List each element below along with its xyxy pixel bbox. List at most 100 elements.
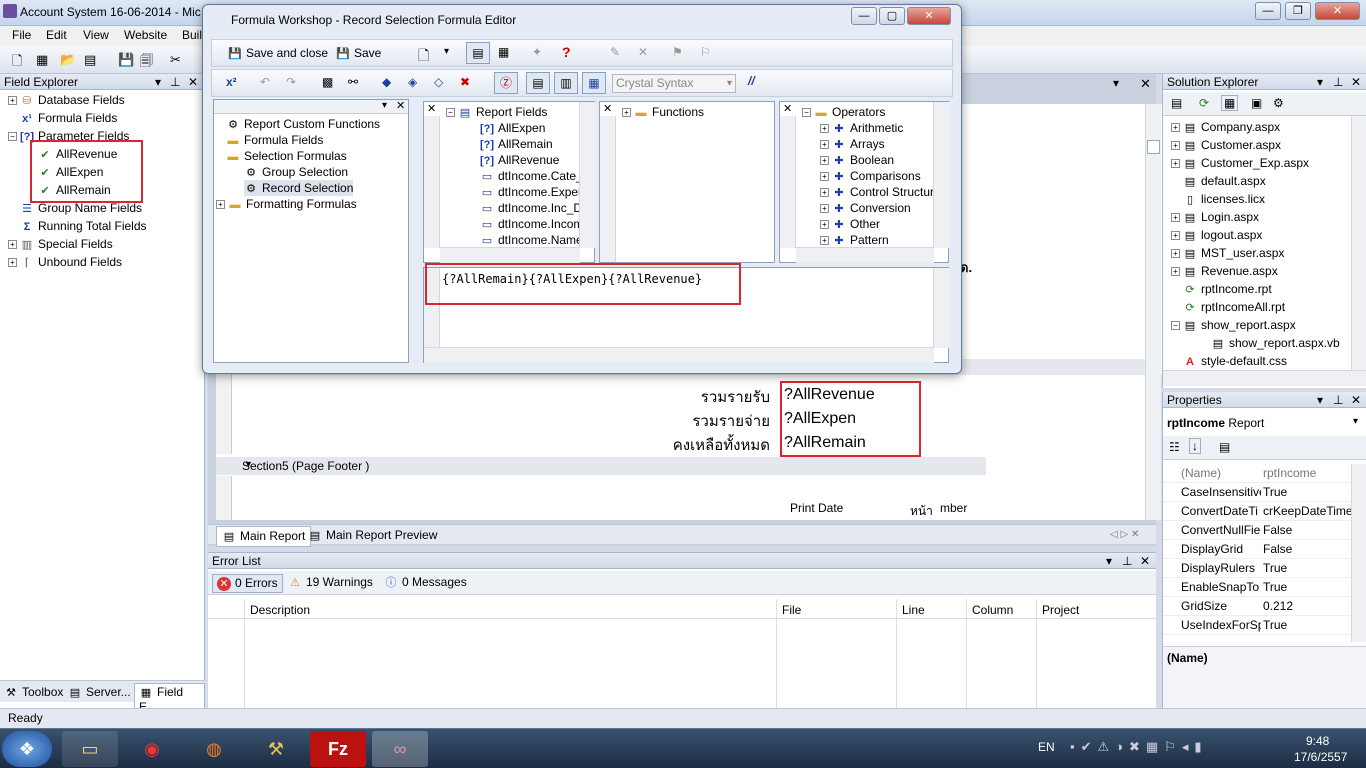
solution-hscroll[interactable] (1163, 370, 1366, 386)
tree-report-custom-functions[interactable]: ⚙ Report Custom Functions (226, 116, 380, 132)
field-item[interactable]: ▭ dtIncome.Exper (480, 184, 580, 200)
menu-website[interactable]: Website (124, 28, 167, 42)
start-button[interactable]: ❖ (2, 731, 52, 767)
close-icon[interactable]: ✕ (188, 74, 198, 90)
tree-running-total-fields[interactable]: Σ Running Total Fields (20, 217, 147, 235)
close-icon[interactable]: ✕ (1351, 74, 1361, 90)
menu-file[interactable]: File (12, 28, 31, 42)
properties-object-selector[interactable]: rptIncome Report (1167, 416, 1264, 430)
tray-date[interactable]: 17/6/2557 (1294, 750, 1347, 764)
prev-bookmark-icon[interactable]: ◇ (434, 75, 443, 89)
col-project[interactable]: Project (1042, 603, 1079, 617)
dialog-close-button[interactable]: ✕ (907, 7, 951, 25)
tab-toolbox[interactable]: ⚒ Toolbox (4, 685, 63, 700)
nest-icon[interactable]: ⚙ (1273, 96, 1284, 110)
document-close-icon[interactable]: ✕ (1140, 76, 1151, 92)
tab-server-explorer[interactable]: ▤ Server... (68, 685, 131, 700)
tab-main-report-preview[interactable]: ▤ Main Report Preview (308, 528, 438, 543)
tab-nav-arrows[interactable]: ◁ ▷ ✕ (1110, 529, 1139, 540)
pin-icon[interactable]: ⊥ (1122, 553, 1132, 569)
taskbar-firefox-icon[interactable]: ◍ (186, 731, 242, 767)
field-item[interactable]: ▭ dtIncome.Incom (480, 216, 580, 232)
show-all-files-icon[interactable]: ▦ (1221, 95, 1239, 111)
properties-vscroll[interactable] (1351, 464, 1366, 642)
sol-item[interactable]: + ▤ Customer.aspx (1171, 136, 1281, 154)
sol-item[interactable]: ▤ show_report.aspx.vb (1211, 334, 1340, 352)
alphabetical-icon[interactable]: ↓ (1189, 438, 1201, 454)
open-folder-icon[interactable]: 📂 (60, 52, 76, 68)
tree-selection-formulas[interactable]: ▬ Selection Formulas (226, 148, 347, 164)
sol-item[interactable]: + ▤ Login.aspx (1171, 208, 1259, 226)
operator-item[interactable]: + ✚ Arithmetic (820, 120, 903, 136)
rename-icon[interactable]: ✎ (610, 45, 620, 59)
solution-vscroll[interactable] (1351, 116, 1366, 370)
messages-filter-button[interactable]: ⓘ 0 Messages (384, 575, 467, 590)
warnings-filter-button[interactable]: ⚠ 19 Warnings (288, 575, 373, 590)
restore-button[interactable]: ❐ (1285, 2, 1311, 20)
tree-unbound-fields[interactable]: + ⌈ Unbound Fields (8, 253, 122, 271)
pane-close-icon[interactable]: ✕ (427, 102, 436, 115)
tree-special-fields[interactable]: + ▥ Special Fields (8, 235, 113, 253)
section-collapse-icon[interactable]: ▼ (244, 459, 253, 469)
new-icon[interactable]: 🗋 (418, 45, 429, 69)
toggle-tree-icon[interactable]: ▤ (466, 42, 490, 64)
col-column[interactable]: Column (972, 603, 1013, 617)
bookmark-toggle-icon[interactable]: ◆ (382, 75, 391, 89)
minimize-button[interactable]: — (1255, 2, 1281, 20)
dropdown-icon[interactable]: ▾ (155, 74, 161, 90)
dialog-minimize-button[interactable]: — (851, 7, 877, 25)
dropdown-icon[interactable]: ▾ (1317, 74, 1323, 90)
sort-icon[interactable]: Ⓩ (494, 72, 518, 94)
operator-item[interactable]: + ✚ Comparisons (820, 168, 921, 184)
report-fields-root[interactable]: − ▤ Report Fields (446, 104, 547, 120)
sol-item[interactable]: + ▤ Revenue.aspx (1171, 262, 1278, 280)
save-icon[interactable]: 💾 (118, 52, 134, 68)
menu-build[interactable]: Buil (182, 28, 202, 42)
errors-filter-button[interactable]: ✕ 0 Errors (212, 574, 283, 593)
show-operators-tree-icon[interactable]: ▦ (582, 72, 606, 94)
functions-left-scroll[interactable] (600, 116, 616, 262)
sol-item[interactable]: ⟳ rptIncome.rpt (1183, 280, 1271, 298)
dropdown-icon[interactable]: ▾ (1106, 553, 1112, 569)
operators-vscroll[interactable] (933, 102, 949, 248)
menu-view[interactable]: View (83, 28, 109, 42)
save-button[interactable]: 💾 Save (336, 46, 381, 61)
close-button[interactable]: ✕ (1315, 2, 1360, 20)
taskbar-filezilla-icon[interactable]: Fz (310, 731, 366, 767)
sol-item[interactable]: ▤ default.aspx (1183, 172, 1266, 190)
properties-icon[interactable]: ▦ (498, 45, 509, 59)
tree-database-fields[interactable]: + ⛁ Database Fields (8, 91, 125, 109)
field-item[interactable]: [?] AllRemain (480, 136, 553, 152)
undo-icon[interactable]: ↶ (260, 75, 270, 89)
syntax-select[interactable]: Crystal Syntax ▾ (612, 74, 736, 93)
operator-item[interactable]: + ✚ Other (820, 216, 880, 232)
sol-item[interactable]: Astyle-default.css (1183, 352, 1287, 370)
print-date-field[interactable]: Print Date (790, 501, 843, 515)
help-icon[interactable]: ? (562, 44, 571, 60)
new-project-icon[interactable]: 🗋 (12, 52, 22, 74)
dialog-maximize-button[interactable]: ▢ (879, 7, 905, 25)
refresh-icon[interactable]: ⟳ (1199, 96, 1209, 110)
properties-icon[interactable]: ▤ (1171, 96, 1182, 110)
taskbar-visual-studio-icon[interactable]: ∞ (372, 731, 428, 767)
save-and-close-button[interactable]: 💾 Save and close (228, 46, 328, 61)
new-dropdown-icon[interactable]: ▾ (444, 46, 449, 57)
pin-icon[interactable]: ⊥ (170, 74, 180, 90)
tree-record-selection[interactable]: ⚙ Record Selection (244, 180, 354, 196)
operators-hscroll[interactable] (796, 247, 934, 263)
close-icon[interactable]: ✕ (1140, 553, 1150, 569)
operators-left-scroll[interactable] (780, 116, 796, 248)
tray-language[interactable]: EN (1038, 740, 1055, 754)
tree-formula-fields[interactable]: ▬ Formula Fields (226, 132, 324, 148)
label-total-expense[interactable]: รวมรายจ่าย (680, 409, 770, 433)
pane-close-icon[interactable]: ✕ (783, 102, 792, 115)
pane-close-icon[interactable]: ✕ (603, 102, 612, 115)
delete-icon[interactable]: ✕ (638, 45, 648, 59)
redo-icon[interactable]: ↷ (286, 75, 296, 89)
col-line[interactable]: Line (902, 603, 925, 617)
field-item[interactable]: ▭ dtIncome.Cate_ (480, 168, 580, 184)
tree-formula-fields[interactable]: x¹ Formula Fields (20, 109, 117, 127)
close-icon[interactable]: ✕ (396, 99, 405, 112)
page-number-field[interactable]: mber (940, 501, 967, 515)
tree-group-selection[interactable]: ⚙ Group Selection (244, 164, 348, 180)
